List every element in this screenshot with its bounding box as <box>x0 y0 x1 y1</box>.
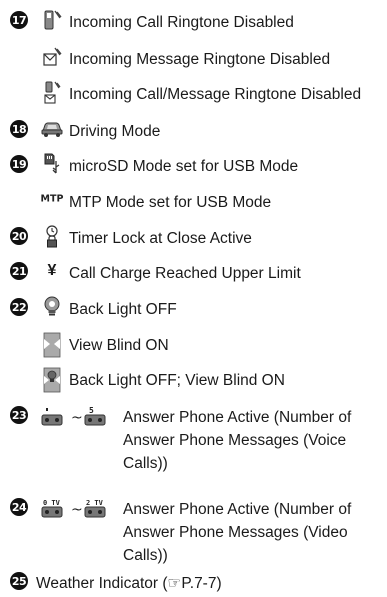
answer-phone-voice-icon: ~ 5 <box>36 404 116 426</box>
item-label: Driving Mode <box>69 123 161 140</box>
item-label: Back Light OFF; View Blind ON <box>69 372 285 389</box>
item-label: Incoming Call Ringtone Disabled <box>69 14 294 31</box>
timer-lock-icon <box>38 225 66 248</box>
call-message-ringtone-disabled-icon <box>38 81 66 104</box>
svg-text:~: ~ <box>71 502 83 518</box>
item-number: 25 <box>10 572 28 590</box>
svg-text:2 TV: 2 TV <box>86 499 104 507</box>
svg-text:0 TV: 0 TV <box>43 499 61 507</box>
item-number: 20 <box>10 227 28 245</box>
view-blind-icon <box>38 332 66 358</box>
item-label: View Blind ON <box>69 337 169 354</box>
back-light-view-blind-icon <box>38 367 66 393</box>
item-number: 22 <box>10 298 28 316</box>
item-label: Answer Phone Active (Number of Answer Ph… <box>123 501 352 564</box>
light-bulb-icon <box>38 296 66 318</box>
mtp-icon: MTP <box>38 189 66 211</box>
item-number: 24 <box>10 498 28 516</box>
answer-phone-video-icon: 0 TV ~ 2 TV <box>36 496 116 518</box>
item-label: Weather Indicator (☞P.7-7) <box>36 575 222 592</box>
item-number: 21 <box>10 262 28 280</box>
item-label: Incoming Call/Message Ringtone Disabled <box>69 86 362 103</box>
item-label: Back Light OFF <box>69 301 177 318</box>
item-number: 19 <box>10 155 28 173</box>
car-icon <box>38 118 66 140</box>
item-number: 23 <box>10 406 28 424</box>
microsd-usb-icon <box>38 153 66 175</box>
call-ringtone-disabled-icon <box>38 9 66 31</box>
item-label: Incoming Message Ringtone Disabled <box>69 51 331 68</box>
svg-text:5: 5 <box>89 406 94 415</box>
item-label: Timer Lock at Close Active <box>69 230 252 247</box>
status-icon-list: 17 Incoming Call Ringtone Disabled Incom… <box>0 0 387 597</box>
item-number: 18 <box>10 120 28 138</box>
item-label: MTP Mode set for USB Mode <box>69 194 272 211</box>
message-ringtone-disabled-icon <box>38 46 66 68</box>
yen-icon: ¥ <box>47 262 57 279</box>
svg-text:~: ~ <box>71 410 83 426</box>
item-label: microSD Mode set for USB Mode <box>69 158 299 175</box>
item-number: 17 <box>10 11 28 29</box>
item-label: Call Charge Reached Upper Limit <box>69 265 301 282</box>
item-label: Answer Phone Active (Number of Answer Ph… <box>123 409 352 472</box>
svg-text:MTP: MTP <box>41 194 64 205</box>
